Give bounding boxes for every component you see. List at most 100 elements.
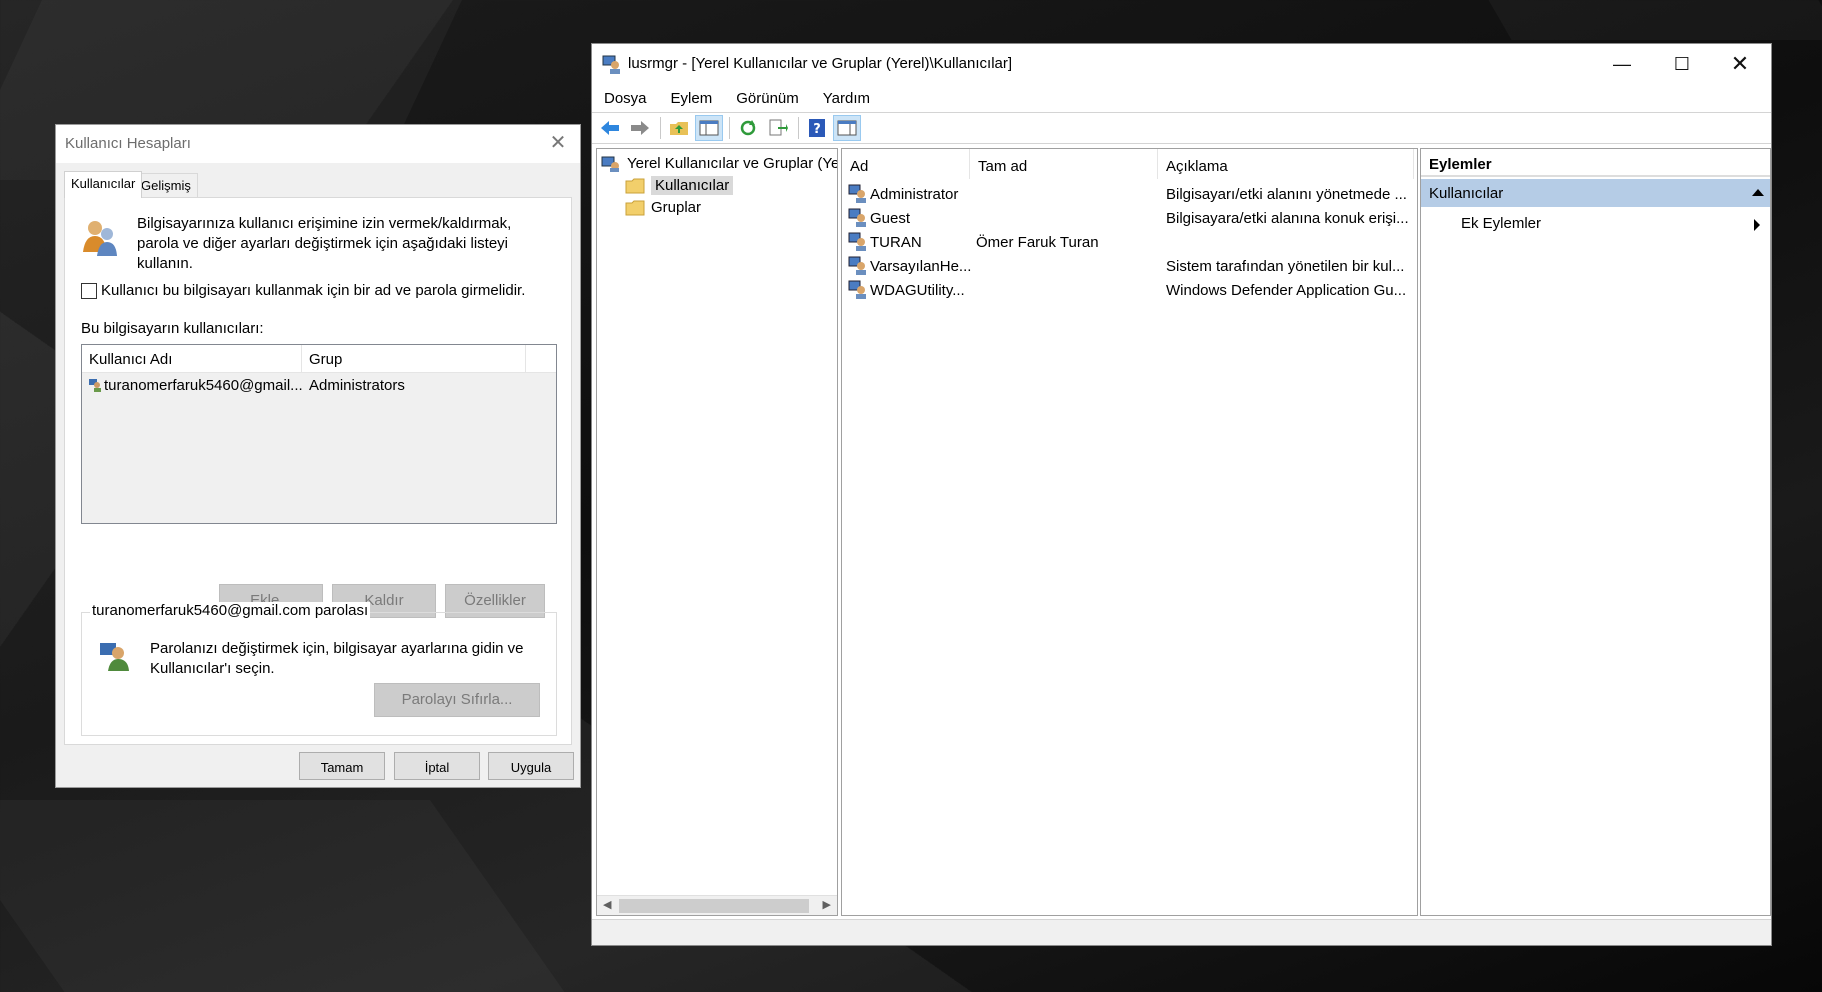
tree-root-label: Yerel Kullanıcılar ve Gruplar (Yerel) <box>627 155 838 172</box>
tree-horizontal-scrollbar[interactable]: ◀ ▶ <box>597 895 837 915</box>
computer-users-icon <box>601 156 619 172</box>
show-console-tree-icon[interactable] <box>695 115 723 141</box>
actions-section-label: Kullanıcılar <box>1429 185 1504 202</box>
column-header-description[interactable]: Açıklama <box>1158 149 1414 179</box>
user-password-icon <box>100 643 129 671</box>
toolbar-separator <box>798 117 799 139</box>
reset-password-button[interactable]: Parolayı Sıfırla... <box>374 683 540 717</box>
require-login-checkbox[interactable] <box>81 282 97 299</box>
scroll-left-icon[interactable]: ◀ <box>603 898 611 911</box>
table-row[interactable]: TURAN Ömer Faruk Turan <box>842 231 1417 253</box>
users-tab-panel: Bilgisayarınıza kullanıcı erişimine izin… <box>64 197 572 745</box>
column-header-name[interactable]: Ad <box>842 149 970 179</box>
row-username: turanomerfaruk5460@gmail.... <box>104 376 302 394</box>
toolbar-separator <box>660 117 661 139</box>
table-row[interactable]: WDAGUtility... Windows Defender Applicat… <box>842 279 1417 301</box>
table-row[interactable]: turanomerfaruk5460@gmail.... Administrat… <box>82 373 556 397</box>
menu-file[interactable]: Dosya <box>592 86 659 112</box>
user-full-name: Ömer Faruk Turan <box>976 233 1099 251</box>
user-description: Bilgisayarı/etki alanını yönetmede ... <box>1166 185 1407 203</box>
users-icon <box>83 221 117 256</box>
show-action-pane-icon[interactable] <box>833 115 861 141</box>
lusrmgr-window: lusrmgr - [Yerel Kullanıcılar ve Gruplar… <box>591 43 1772 946</box>
list-header: Ad Tam ad Açıklama <box>842 149 1417 179</box>
export-list-icon[interactable] <box>764 115 792 141</box>
actions-section-users[interactable]: Kullanıcılar <box>1421 179 1770 207</box>
wallpaper-shard <box>0 800 570 992</box>
tab-advanced[interactable]: Gelişmiş <box>134 173 198 197</box>
table-row[interactable]: Administrator Bilgisayarı/etki alanını y… <box>842 183 1417 205</box>
column-header-full-name[interactable]: Tam ad <box>970 149 1158 179</box>
row-user-cell: turanomerfaruk5460@gmail.... <box>82 377 302 394</box>
menu-action[interactable]: Eylem <box>659 86 725 112</box>
minimize-icon[interactable]: — <box>1593 44 1651 84</box>
menu-bar: Dosya Eylem Görünüm Yardım <box>592 86 882 112</box>
user-icon <box>848 208 866 227</box>
menu-view[interactable]: Görünüm <box>724 86 811 112</box>
tree-item-groups[interactable]: Gruplar <box>625 199 701 216</box>
submenu-arrow-icon[interactable] <box>1754 219 1760 231</box>
user-icon <box>89 378 101 392</box>
user-name: Guest <box>870 209 911 227</box>
user-name: TURAN <box>870 233 922 251</box>
user-icon <box>848 256 866 275</box>
table-row[interactable]: Guest Bilgisayara/etki alanına konuk eri… <box>842 207 1417 229</box>
user-description: Windows Defender Application Gu... <box>1166 281 1407 299</box>
column-header-filler <box>526 345 556 373</box>
computer-users-icon <box>602 55 620 74</box>
intro-text: Bilgisayarınıza kullanıcı erişimine izin… <box>137 215 512 272</box>
password-group-title: turanomerfaruk5460@gmail.com parolası <box>90 602 371 619</box>
user-name: VarsayılanHe... <box>870 257 972 275</box>
up-folder-icon[interactable] <box>665 115 693 141</box>
help-icon[interactable]: ? <box>803 115 831 141</box>
tab-users[interactable]: Kullanıcılar <box>64 171 143 198</box>
console-tree: Yerel Kullanıcılar ve Gruplar (Yerel) Ku… <box>596 148 838 916</box>
user-icon <box>848 232 866 251</box>
user-description: Sistem tarafından yönetilen bir kul... <box>1166 257 1405 275</box>
menu-help[interactable]: Yardım <box>811 86 882 112</box>
toolbar: ? <box>592 112 1771 144</box>
password-groupbox: turanomerfaruk5460@gmail.com parolası Pa… <box>81 602 557 736</box>
maximize-icon[interactable]: ☐ <box>1653 44 1711 84</box>
cancel-button[interactable]: İptal <box>394 752 480 780</box>
table-row[interactable]: VarsayılanHe... Sistem tarafından yöneti… <box>842 255 1417 277</box>
require-login-row: Kullanıcı bu bilgisayarı kullanmak için … <box>81 282 525 299</box>
close-icon[interactable]: ✕ <box>1711 44 1769 84</box>
user-accounts-dialog: Kullanıcı Hesapları ✕ Kullanıcılar Geliş… <box>55 124 581 788</box>
column-header-group[interactable]: Grup <box>302 345 526 373</box>
row-group: Administrators <box>309 376 405 394</box>
user-icon <box>848 280 866 299</box>
back-arrow-icon[interactable] <box>596 115 624 141</box>
wallpaper-shard <box>1488 0 1822 40</box>
actions-header: Eylemler <box>1421 149 1770 177</box>
user-description: Bilgisayara/etki alanına konuk erişi... <box>1166 209 1409 227</box>
users-list-label: Bu bilgisayarın kullanıcıları: <box>81 320 264 337</box>
tree-item-groups-label: Gruplar <box>651 199 702 216</box>
ok-button[interactable]: Tamam <box>299 752 385 780</box>
users-list[interactable]: Kullanıcı Adı Grup turanomerfaruk5460@gm… <box>81 344 557 524</box>
apply-button[interactable]: Uygula <box>488 752 574 780</box>
require-login-label[interactable]: Kullanıcı bu bilgisayarı kullanmak için … <box>101 282 525 299</box>
refresh-icon[interactable] <box>734 115 762 141</box>
status-bar <box>592 919 1771 945</box>
close-icon[interactable]: ✕ <box>546 131 570 155</box>
scrollbar-thumb[interactable] <box>619 899 809 913</box>
tree-root[interactable]: Yerel Kullanıcılar ve Gruplar (Yerel) <box>601 155 838 172</box>
scroll-right-icon[interactable]: ▶ <box>823 898 831 911</box>
user-name: WDAGUtility... <box>870 281 965 299</box>
toolbar-separator <box>729 117 730 139</box>
forward-arrow-icon[interactable] <box>626 115 654 141</box>
users-list-view[interactable]: Ad Tam ad Açıklama Administrator Bilgisa… <box>841 148 1418 916</box>
user-name: Administrator <box>870 185 959 203</box>
user-icon <box>848 184 866 203</box>
users-list-header: Kullanıcı Adı Grup <box>82 345 556 373</box>
folder-icon <box>625 178 645 193</box>
column-header-username[interactable]: Kullanıcı Adı <box>82 345 302 373</box>
collapse-up-icon[interactable] <box>1752 189 1764 196</box>
window-title: lusrmgr - [Yerel Kullanıcılar ve Gruplar… <box>628 55 1013 72</box>
folder-icon <box>625 200 645 215</box>
password-info-text: Parolanızı değiştirmek için, bilgisayar … <box>150 640 524 677</box>
tree-item-users-label: Kullanıcılar <box>651 176 734 195</box>
tree-item-users[interactable]: Kullanıcılar <box>625 176 734 195</box>
more-actions-item[interactable]: Ek Eylemler <box>1461 215 1541 232</box>
